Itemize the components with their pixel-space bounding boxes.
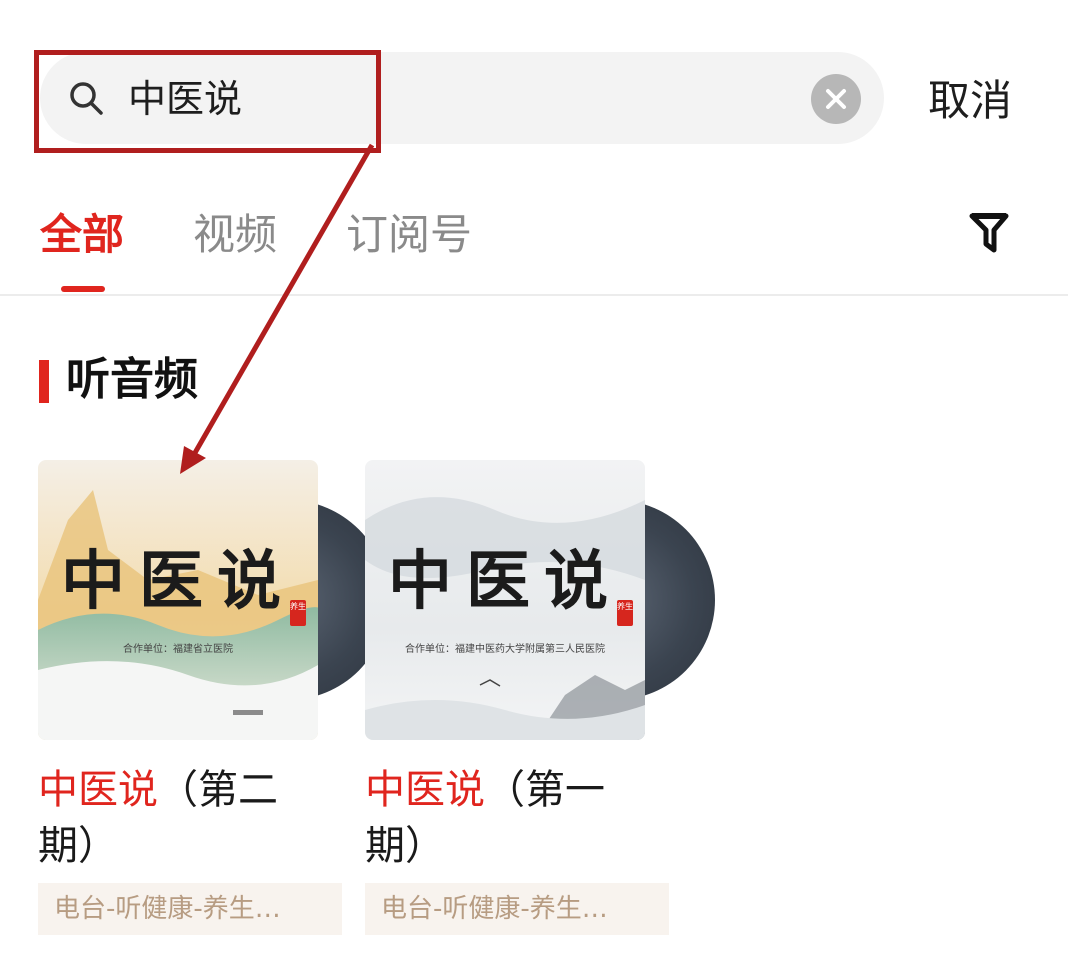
tab-subscriptions[interactable]: 订阅号 [346,208,472,262]
audio-card[interactable]: 中医说 养生 合作单位：福建中医药大学附属第三人民医院 中医说（第一期） 电台-… [365,460,715,940]
section-accent-bar [39,360,49,403]
cover-subtitle: 合作单位：福建省立医院 [123,644,233,655]
section-title: 听音频 [66,354,198,405]
cover-subtitle: 合作单位：福建中医药大学附属第三人民医院 [405,644,605,655]
card-title-highlight: 中医说 [38,767,158,813]
card-title[interactable]: 中医说（第二期） [38,762,318,874]
tab-video[interactable]: 视频 [193,208,277,262]
active-tab-indicator [61,286,105,292]
tabs-divider [0,294,1068,296]
annotation-highlight-box [34,50,381,153]
clear-search-button[interactable] [811,74,861,124]
filter-icon[interactable] [968,210,1010,256]
album-cover[interactable]: 中医说 养生 合作单位：福建省立医院 [38,460,318,740]
cover-title: 中医说 [61,544,295,619]
audio-card[interactable]: 中医说 养生 合作单位：福建省立医院 中医说（第二期） 电台-听健康-养生… [38,460,388,940]
card-tag: 电台-听健康-养生… [38,883,342,935]
tab-all[interactable]: 全部 [40,208,124,262]
cancel-button[interactable]: 取消 [928,74,1012,128]
cover-seal: 养生 [617,600,633,626]
clear-icon [826,89,846,109]
cover-title: 中医说 [388,544,622,619]
cover-seal: 养生 [290,600,306,626]
card-title-highlight: 中医说 [365,767,485,813]
card-tag: 电台-听健康-养生… [365,883,669,935]
album-cover[interactable]: 中医说 养生 合作单位：福建中医药大学附属第三人民医院 [365,460,645,740]
card-title[interactable]: 中医说（第一期） [365,762,645,874]
